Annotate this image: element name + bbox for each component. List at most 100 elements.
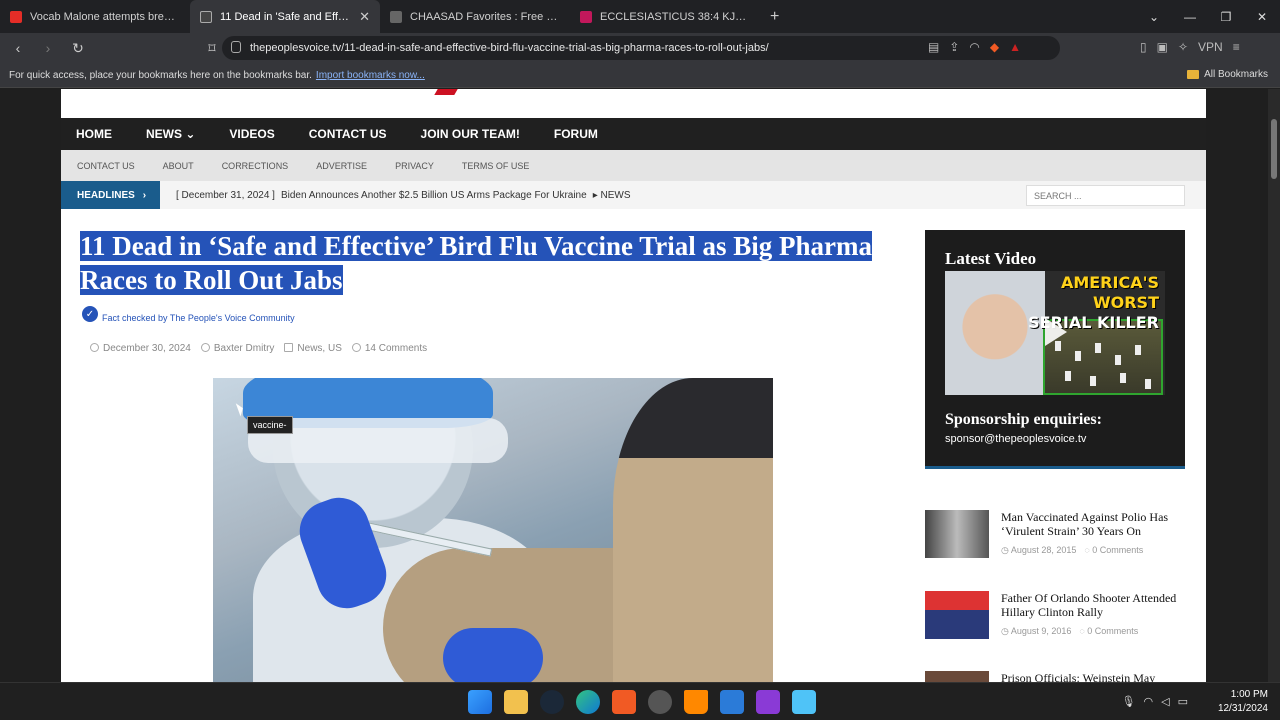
forward-icon[interactable]: › [36, 40, 60, 56]
rss-icon[interactable]: ◠ [969, 40, 979, 54]
youtube-icon [10, 10, 22, 23]
play-icon[interactable] [1045, 318, 1067, 346]
import-bookmarks-link[interactable]: Import bookmarks now... [316, 70, 425, 81]
secondary-nav: CONTACT US ABOUT CORRECTIONS ADVERTISE P… [61, 150, 1206, 181]
headline-category[interactable]: ▸ NEWS [593, 190, 631, 201]
related-thumbnail[interactable] [925, 671, 989, 682]
related-title[interactable]: Prison Officials: Weinstein May [1001, 671, 1191, 682]
system-tray: 🎙 ◠ ◁ ▭ [1122, 695, 1188, 708]
page-scrollbar[interactable] [1268, 89, 1280, 682]
nav-home[interactable]: HOME [76, 127, 129, 141]
bookmark-icon[interactable]: ⌑ [200, 40, 224, 57]
back-icon[interactable]: ‹ [6, 40, 30, 56]
ai-icon[interactable]: ✧ [1178, 40, 1188, 54]
clock[interactable]: 1:00 PM 12/31/2024 [1218, 688, 1268, 716]
user-icon [200, 343, 210, 352]
folder-icon [1187, 70, 1200, 79]
logo-fragment [434, 89, 458, 95]
sponsor-email[interactable]: sponsor@thepeoplesvoice.tv [945, 433, 1086, 445]
headlines-badge: HEADLINES › [61, 181, 160, 209]
tab-vocab-malone[interactable]: Vocab Malone attempts break dow [0, 0, 190, 33]
video-editor-icon[interactable] [756, 690, 780, 714]
subnav-about[interactable]: ABOUT [163, 161, 194, 171]
vlc-icon[interactable] [684, 690, 708, 714]
page-viewport: HOME NEWS ⌄ VIDEOS CONTACT US JOIN OUR T… [0, 89, 1268, 682]
comment-icon: ◌ 0 Comments [1079, 626, 1139, 636]
fact-check-link[interactable]: Fact checked by The People's Voice Commu… [102, 313, 295, 323]
close-window-icon[interactable]: ✕ [1244, 10, 1280, 24]
vpn-button[interactable]: VPN [1198, 40, 1223, 54]
folder-icon [284, 343, 294, 352]
post-comments[interactable]: 14 Comments [351, 343, 427, 354]
related-thumbnail[interactable] [925, 591, 989, 639]
browser-tab-bar: Vocab Malone attempts break dow 11 Dead … [0, 0, 1280, 33]
related-post[interactable]: Father Of Orlando Shooter Attended Hilla… [925, 591, 1195, 641]
minimize-icon[interactable]: — [1172, 10, 1208, 24]
taskbar-apps [468, 690, 816, 714]
comment-icon: ◌ 0 Comments [1084, 545, 1144, 555]
comment-icon [351, 343, 361, 352]
headlines-ticker: HEADLINES › [ December 31, 2024 ] Biden … [61, 181, 1206, 209]
related-title[interactable]: Father Of Orlando Shooter Attended Hilla… [1001, 591, 1191, 619]
restore-icon[interactable]: ❐ [1208, 10, 1244, 24]
new-tab-button[interactable]: + [760, 8, 789, 26]
all-bookmarks-button[interactable]: All Bookmarks [1187, 69, 1268, 80]
reader-icon[interactable]: ▤ [928, 40, 939, 54]
subnav-terms[interactable]: TERMS OF USE [462, 161, 530, 171]
volume-icon[interactable]: ◁ [1161, 695, 1169, 708]
tab-ecclesiasticus[interactable]: ECCLESIASTICUS 38:4 KJV "The Lord [570, 0, 760, 33]
nav-join-our-team[interactable]: JOIN OUR TEAM! [421, 127, 537, 141]
site-info-icon[interactable] [231, 41, 241, 53]
tab-list-chevron-icon[interactable]: ⌄ [1136, 10, 1172, 24]
nav-contact-us[interactable]: CONTACT US [309, 127, 404, 141]
reload-icon[interactable]: ↻ [66, 40, 90, 57]
battery-icon[interactable]: ▭ [1178, 695, 1188, 708]
nav-forum[interactable]: FORUM [554, 127, 615, 141]
file-explorer-icon[interactable] [504, 690, 528, 714]
wifi-icon[interactable]: ◠ [1144, 695, 1154, 708]
related-title[interactable]: Man Vaccinated Against Polio Has ‘Virule… [1001, 510, 1191, 538]
related-thumbnail[interactable] [925, 510, 989, 558]
microphone-icon[interactable]: 🎙 [1122, 695, 1136, 708]
article-featured-image[interactable] [213, 378, 773, 682]
post-categories[interactable]: News, US [284, 343, 342, 354]
article-meta: December 30, 2024 Baxter Dmitry News, US… [90, 343, 427, 354]
subnav-contact-us[interactable]: CONTACT US [77, 161, 135, 171]
clock-icon: ◷ August 28, 2015 [1001, 545, 1077, 555]
related-post[interactable]: Man Vaccinated Against Polio Has ‘Virule… [925, 510, 1195, 560]
edge-icon[interactable] [576, 690, 600, 714]
browser-actions: ▯ ▣ ✧ VPN ≡ [1140, 40, 1240, 54]
store-icon[interactable] [720, 690, 744, 714]
search-input[interactable]: SEARCH ... [1026, 185, 1185, 206]
nav-news[interactable]: NEWS ⌄ [146, 127, 212, 141]
chrome-icon[interactable] [648, 690, 672, 714]
nav-videos[interactable]: VIDEOS [229, 127, 291, 141]
rewards-icon[interactable]: ▲ [1009, 40, 1021, 54]
sidebar-icon[interactable]: ▯ [1140, 40, 1147, 54]
post-author[interactable]: Baxter Dmitry [200, 343, 274, 354]
bookmarks-bar: For quick access, place your bookmarks h… [0, 63, 1280, 88]
brave-icon[interactable] [612, 690, 636, 714]
notepad-icon[interactable] [792, 690, 816, 714]
subnav-privacy[interactable]: PRIVACY [395, 161, 434, 171]
scrollbar-thumb[interactable] [1271, 119, 1277, 179]
page-content: HOME NEWS ⌄ VIDEOS CONTACT US JOIN OUR T… [61, 89, 1206, 682]
menu-icon[interactable]: ≡ [1233, 40, 1240, 54]
windows-start-icon[interactable] [468, 690, 492, 714]
tab-active-article[interactable]: 11 Dead in 'Safe and Effective' B ✕ [190, 0, 380, 33]
checkmark-icon: ✓ [82, 306, 98, 322]
wallet-icon[interactable]: ▣ [1157, 40, 1168, 54]
subnav-advertise[interactable]: ADVERTISE [316, 161, 367, 171]
steam-icon[interactable] [540, 690, 564, 714]
video-thumbnail[interactable]: AMERICA'S WORST SERIAL KILLER [945, 271, 1165, 395]
subnav-corrections[interactable]: CORRECTIONS [222, 161, 289, 171]
tab-chaasad[interactable]: CHAASAD Favorites : Free : Free Do [380, 0, 570, 33]
headline-date: [ December 31, 2024 ] [176, 189, 275, 201]
sponsorship-heading: Sponsorship enquiries: [945, 411, 1102, 428]
close-tab-icon[interactable]: ✕ [359, 9, 370, 25]
bible-icon [580, 10, 592, 23]
brave-shield-icon[interactable]: ◆ [990, 40, 999, 54]
share-icon[interactable]: ⇪ [949, 40, 959, 54]
related-post[interactable]: Prison Officials: Weinstein May [925, 671, 1195, 682]
headline-link[interactable]: Biden Announces Another $2.5 Billion US … [281, 190, 587, 201]
